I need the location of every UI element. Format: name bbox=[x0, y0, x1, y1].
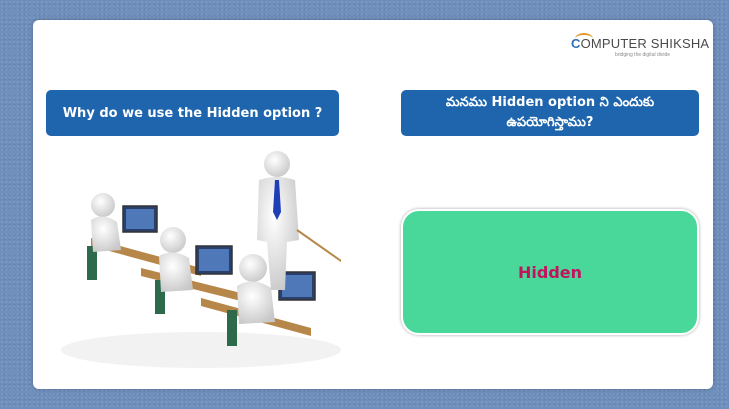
answer-text: Hidden bbox=[517, 262, 583, 282]
classroom-computers-illustration-icon bbox=[61, 151, 341, 368]
computer-shiksha-logo: COMPUTER SHIKSHA bridging the digital di… bbox=[571, 33, 709, 66]
logo-text: COMPUTER SHIKSHA bbox=[571, 36, 709, 51]
logo-first-letter: C bbox=[571, 36, 581, 51]
logo-tagline: bridging the digital divide bbox=[615, 52, 671, 58]
slide: COMPUTER SHIKSHA bridging the digital di… bbox=[33, 20, 713, 389]
logo-brand-rest: OMPUTER SHIKSHA bbox=[580, 36, 710, 51]
answer-box: Hidden bbox=[401, 209, 699, 335]
question-english-banner: Why do we use the Hidden option ? bbox=[46, 90, 339, 136]
question-telugu-banner: మనము Hidden option ని ఎందుకు ఉపయోగిస్తామ… bbox=[401, 90, 699, 136]
